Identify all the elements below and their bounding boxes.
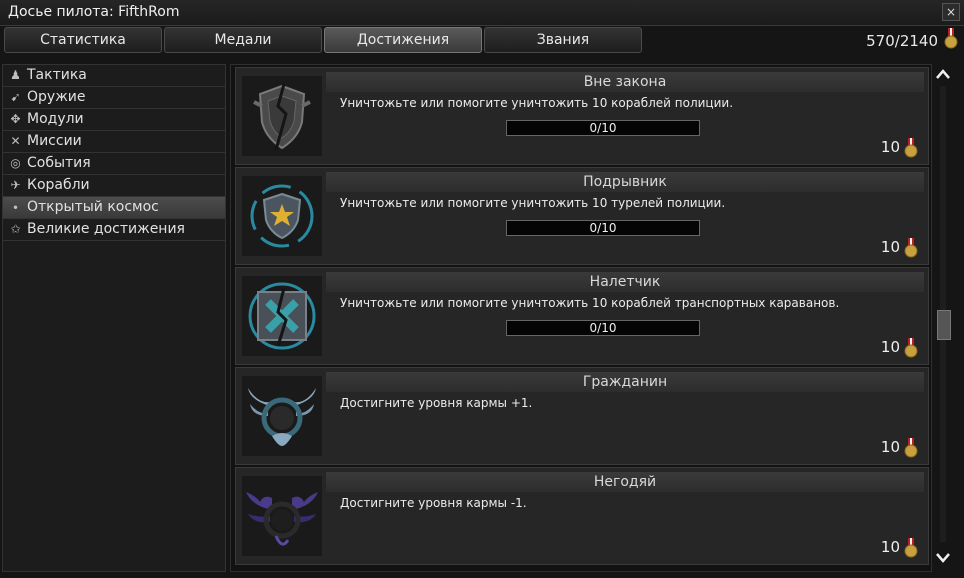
sidebar-item-modules[interactable]: ✥ Модули [3, 109, 225, 131]
ships-icon: ✈ [10, 178, 21, 192]
open-space-icon: ∙ [11, 200, 20, 214]
medal-icon [904, 438, 918, 458]
citizen-wings-icon [242, 376, 322, 456]
sidebar-item-great-achievements[interactable]: ✩ Великие достижения [3, 219, 225, 241]
tab-ranks[interactable]: Звания [484, 27, 642, 53]
sidebar-item-label: События [27, 155, 91, 171]
progress-text: 0/10 [589, 121, 617, 135]
sidebar-item-label: Тактика [27, 67, 87, 83]
reward-points: 10 [880, 138, 900, 156]
outlaw-shield-icon [242, 76, 322, 156]
sidebar-item-open-space[interactable]: ∙ Открытый космос [3, 197, 225, 219]
close-icon[interactable]: × [942, 3, 960, 21]
achievement-title: Гражданин [326, 372, 924, 392]
saboteur-star-icon [242, 176, 322, 256]
progress-bar: 0/10 [506, 320, 700, 336]
achievement-description: Достигните уровня кармы -1. [340, 496, 527, 510]
modules-icon: ✥ [10, 112, 21, 126]
achievement-points: 570/2140 [866, 32, 938, 50]
achievement-title: Вне закона [326, 72, 924, 92]
achievement-description: Достигните уровня кармы +1. [340, 396, 533, 410]
sidebar-item-weapons[interactable]: ➹ Оружие [3, 87, 225, 109]
sidebar-item-label: Открытый космос [27, 199, 159, 215]
weapon-icon: ➹ [10, 90, 21, 104]
sidebar-item-label: Модули [27, 111, 84, 127]
achievement-description: Уничтожьте или помогите уничтожить 10 ко… [340, 96, 734, 110]
list-scrollbar[interactable] [934, 64, 952, 570]
progress-text: 0/10 [589, 321, 617, 335]
raider-cross-icon [242, 276, 322, 356]
tab-medals[interactable]: Медали [164, 27, 322, 53]
sidebar-item-label: Миссии [27, 133, 82, 149]
medal-icon [944, 28, 958, 49]
sidebar-item-missions[interactable]: ✕ Миссии [3, 131, 225, 153]
medal-icon [904, 238, 918, 258]
scoundrel-wings-icon [242, 476, 322, 556]
reward-points: 10 [880, 238, 900, 256]
reward-points: 10 [880, 438, 900, 456]
achievement-card: Вне закона Уничтожьте или помогите уничт… [235, 67, 929, 165]
achievement-card: Негодяй Достигните уровня кармы -1. 10 [235, 467, 929, 565]
achievement-description: Уничтожьте или помогите уничтожить 10 ко… [340, 296, 840, 310]
medal-icon [904, 538, 918, 558]
scroll-thumb[interactable] [937, 310, 951, 340]
achievement-title: Налетчик [326, 272, 924, 292]
tactics-icon: ♟ [10, 68, 21, 82]
sidebar-item-label: Великие достижения [27, 221, 185, 237]
category-sidebar: ♟ Тактика ➹ Оружие ✥ Модули ✕ Миссии ◎ С… [2, 64, 226, 572]
sidebar-item-ships[interactable]: ✈ Корабли [3, 175, 225, 197]
title-bar: Досье пилота: FifthRom × [0, 0, 964, 26]
tab-achievements[interactable]: Достижения [324, 27, 482, 53]
achievement-title: Негодяй [326, 472, 924, 492]
sidebar-item-label: Корабли [27, 177, 90, 193]
progress-bar: 0/10 [506, 220, 700, 236]
reward-points: 10 [880, 538, 900, 556]
reward-points: 10 [880, 338, 900, 356]
achievement-card: Налетчик Уничтожьте или помогите уничтож… [235, 267, 929, 365]
achievement-description: Уничтожьте или помогите уничтожить 10 ту… [340, 196, 726, 210]
achievement-card: Подрывник Уничтожьте или помогите уничто… [235, 167, 929, 265]
medal-icon [904, 138, 918, 158]
progress-bar: 0/10 [506, 120, 700, 136]
scroll-down-icon[interactable] [934, 550, 952, 566]
achievement-card: Гражданин Достигните уровня кармы +1. 10 [235, 367, 929, 465]
events-icon: ◎ [10, 156, 21, 170]
window-title: Досье пилота: FifthRom [8, 4, 180, 20]
sidebar-item-tactics[interactable]: ♟ Тактика [3, 65, 225, 87]
tab-statistics[interactable]: Статистика [4, 27, 162, 53]
star-icon: ✩ [10, 222, 21, 236]
achievement-title: Подрывник [326, 172, 924, 192]
missions-icon: ✕ [10, 134, 21, 148]
achievement-list[interactable]: Вне закона Уничтожьте или помогите уничт… [230, 64, 932, 572]
scroll-up-icon[interactable] [934, 66, 952, 82]
sidebar-item-events[interactable]: ◎ События [3, 153, 225, 175]
medal-icon [904, 338, 918, 358]
progress-text: 0/10 [589, 221, 617, 235]
sidebar-item-label: Оружие [27, 89, 86, 105]
